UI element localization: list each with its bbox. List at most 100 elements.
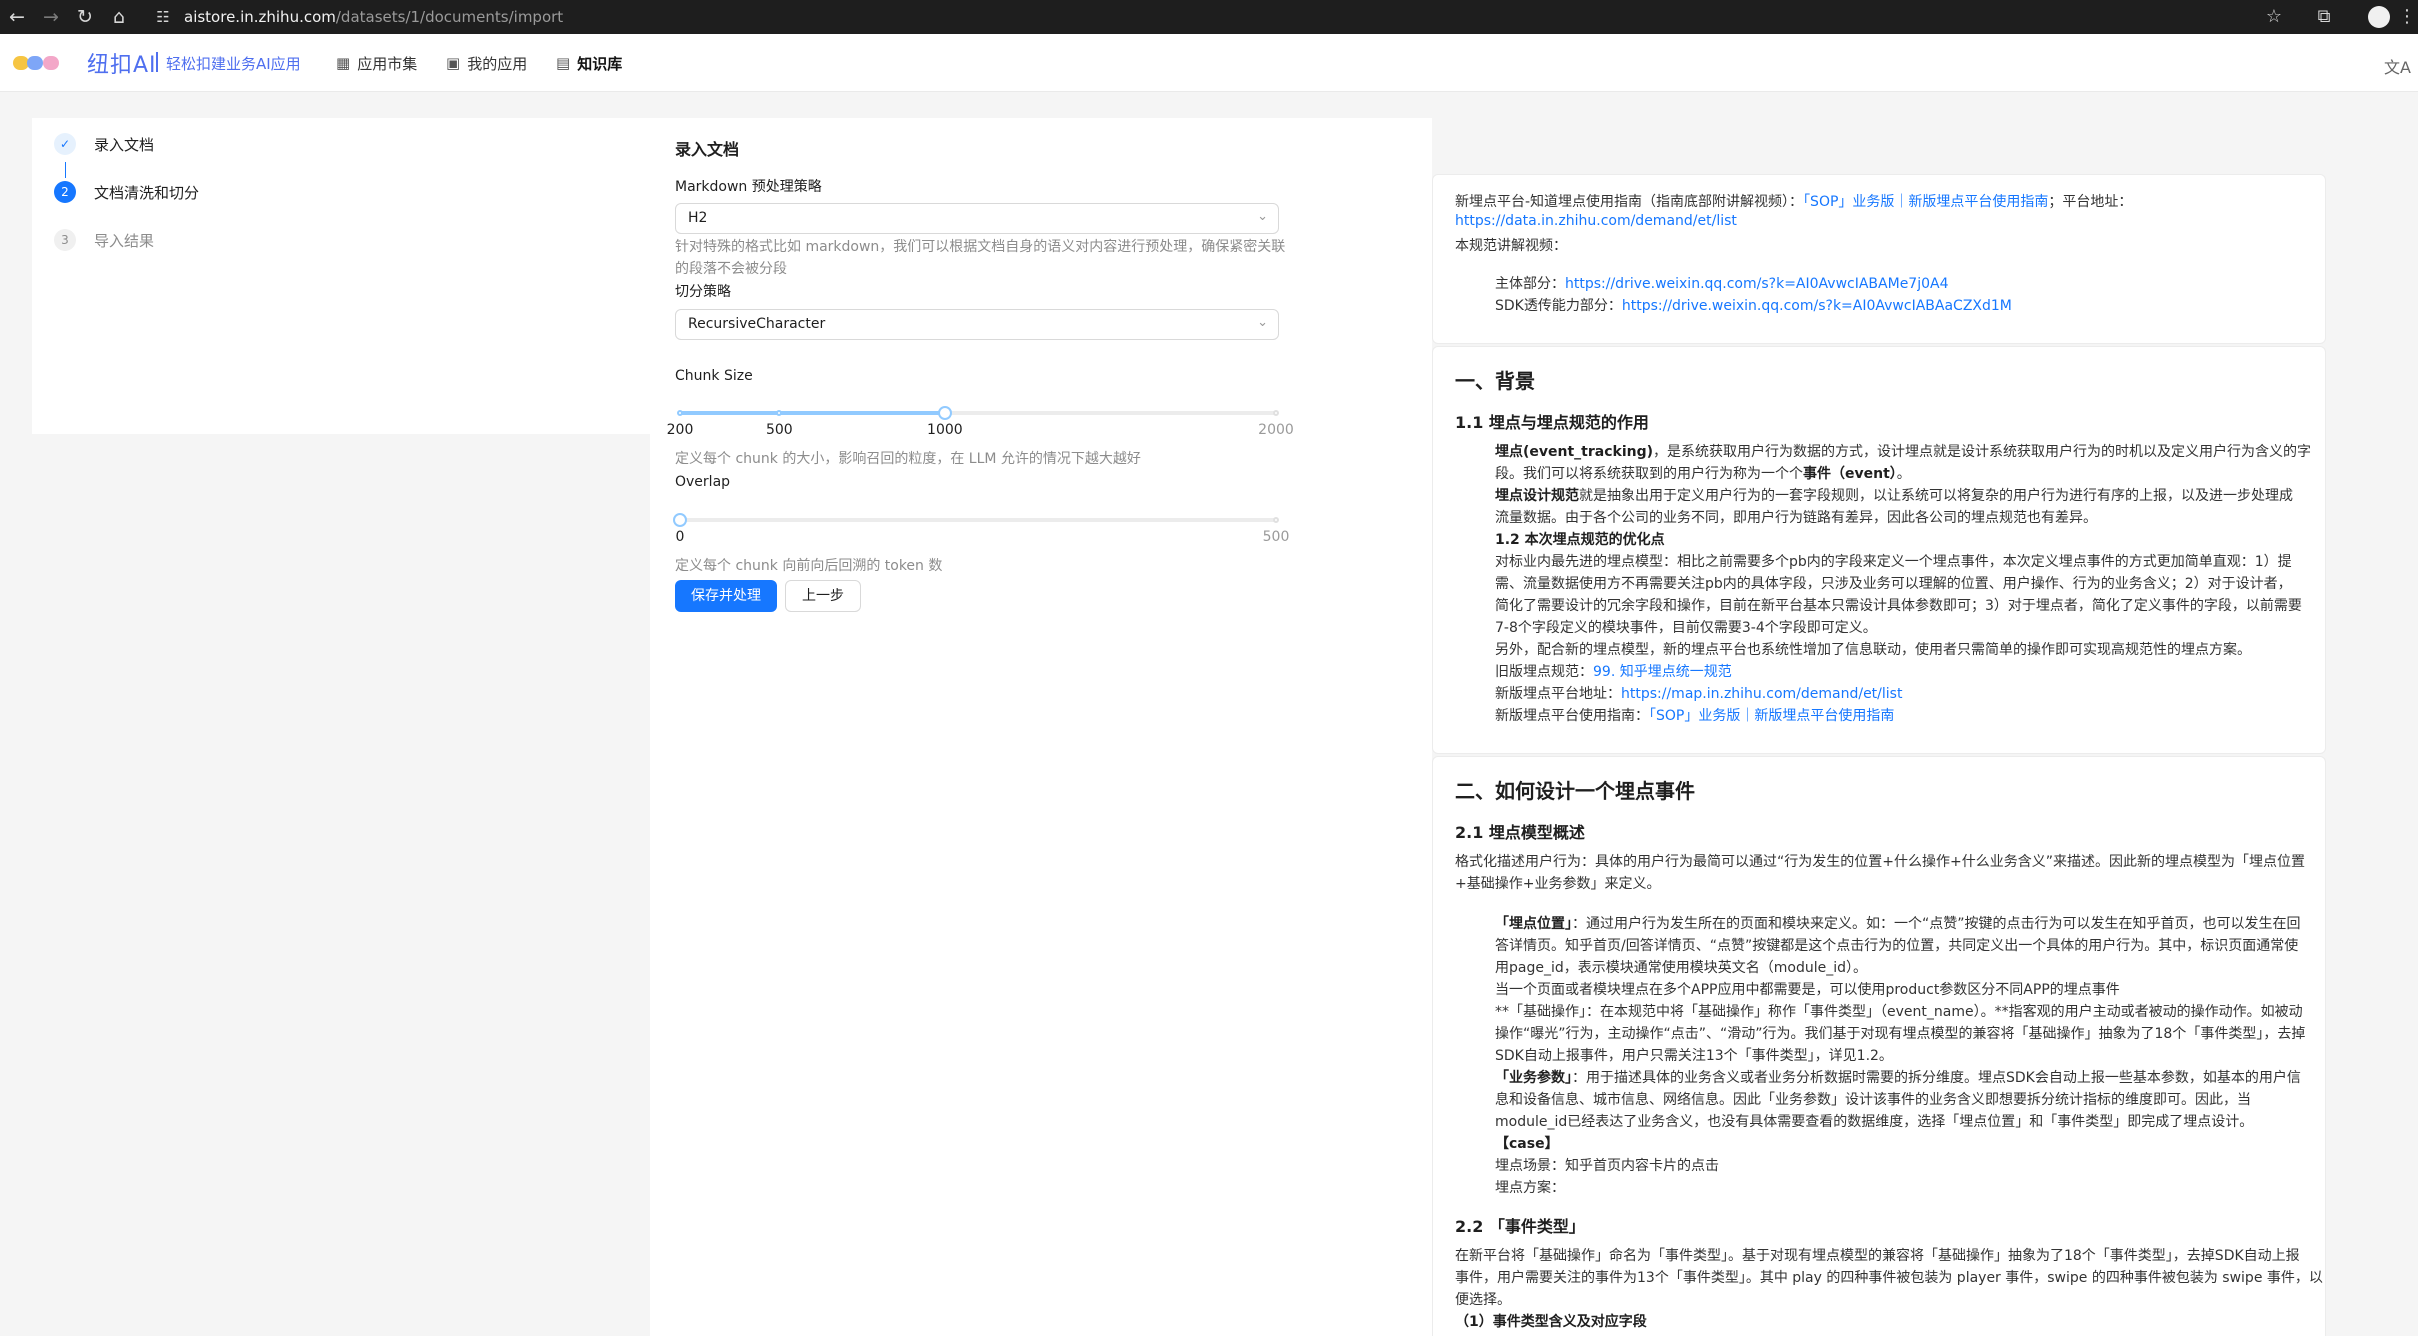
video-link[interactable]: https://drive.weixin.qq.com/s?k=AI0AvwcI… xyxy=(1622,298,2012,314)
previous-step-button[interactable]: 上一步 xyxy=(785,580,861,612)
bookmark-star-icon[interactable]: ☆ xyxy=(2258,0,2290,34)
step-clean-split[interactable]: 2 文档清洗和切分 xyxy=(54,181,199,203)
brand-name[interactable]: 纽扣AI xyxy=(87,47,157,79)
save-and-process-button[interactable]: 保存并处理 xyxy=(675,580,777,612)
slider-mark-dot[interactable] xyxy=(1273,410,1279,416)
slider-handle[interactable] xyxy=(937,406,952,420)
nav-app-market[interactable]: ▦ 应用市集 xyxy=(336,53,417,73)
slider-mark-label: 200 xyxy=(666,422,694,438)
old-spec-link[interactable]: 99. 知乎埋点统一规范 xyxy=(1593,664,1732,680)
text: ：通过用户行为发生所在的页面和模块来定义。如：一个“点赞”按键的点击行为可以发生… xyxy=(1572,916,2301,932)
browser-menu-icon[interactable]: ⋮ xyxy=(2398,0,2416,34)
book-icon: ▤ xyxy=(556,54,571,72)
slider-mark-dot[interactable] xyxy=(677,410,683,416)
step-number: 3 xyxy=(54,229,76,251)
subsection-heading: 2.1 埋点模型概述 xyxy=(1455,823,1585,842)
url-host: aistore.in.zhihu.com xyxy=(184,8,336,26)
preview-line: +基础操作+业务参数」来定义。 xyxy=(1455,876,1661,892)
overlap-slider[interactable] xyxy=(673,513,1279,527)
slider-handle[interactable] xyxy=(673,513,687,527)
preview-line: 新版埋点平台使用指南：「SOP」业务版｜新版埋点平台使用指南 xyxy=(1495,705,1894,725)
address-bar[interactable]: aistore.in.zhihu.com/datasets/1/document… xyxy=(184,0,563,34)
text: ，是系统获取用户行为数据的方式，设计埋点就是设计系统获取用户行为的时机以及定义用… xyxy=(1653,444,2312,460)
help-line: 针对特殊的格式比如 markdown，我们可以根据文档自身的语义对内容进行预处理… xyxy=(675,239,1286,255)
select-value: H2 xyxy=(688,210,708,226)
browser-toolbar: ← → ↻ ⌂ ☷ aistore.in.zhihu.com/datasets/… xyxy=(0,0,2418,34)
site-settings-icon[interactable]: ☷ xyxy=(152,6,174,28)
text: 段。我们可以将系统获取到的用户行为称为一个个 xyxy=(1495,466,1803,482)
bold-text: 事件（event） xyxy=(1803,466,1897,482)
brand-tagline: 轻松扣建业务AI应用 xyxy=(166,55,301,73)
preview-line: 7-8个字段定义的模块事件，目前仅需要3-4个字段即可定义。 xyxy=(1495,620,1877,636)
preview-line: 便选择。 xyxy=(1455,1292,1511,1308)
text: SDK透传能力部分： xyxy=(1495,298,1622,314)
platform-link[interactable]: https://data.in.zhihu.com/demand/et/list xyxy=(1455,213,1737,229)
preview-line: 流量数据。由于各个公司的业务不同，即用户行为链路有差异，因此各公司的埋点规范也有… xyxy=(1495,510,2097,526)
steps-panel: ✓ 录入文档 2 文档清洗和切分 3 导入结果 xyxy=(32,118,650,434)
step-import-document[interactable]: ✓ 录入文档 xyxy=(54,133,154,155)
check-icon: ✓ xyxy=(54,133,76,155)
platform-link[interactable]: https://map.in.zhihu.com/demand/et/list xyxy=(1621,686,1902,702)
video-link[interactable]: https://drive.weixin.qq.com/s?k=AI0AvwcI… xyxy=(1565,276,1949,292)
subsection-heading: 1.1 埋点与埋点规范的作用 xyxy=(1455,413,1649,432)
text: 旧版埋点规范： xyxy=(1495,664,1593,680)
guide-link[interactable]: 「SOP」业务版｜新版埋点平台使用指南 xyxy=(1649,708,1894,724)
step-label: 导入结果 xyxy=(94,231,155,250)
guide-link[interactable]: 「SOP」业务版｜新版埋点平台使用指南 xyxy=(1803,194,2048,210)
preview-chunk-1: 新埋点平台-知道埋点使用指南（指南底部附讲解视频）：「SOP」业务版｜新版埋点平… xyxy=(1432,174,2326,344)
preview-line: 息和设备信息、城市信息、网络信息。因此「业务参数」设计该事件的业务含义即想要拆分… xyxy=(1495,1092,2251,1108)
preview-line: 用page_id，表示模块通常使用模块英文名（module_id）。 xyxy=(1495,960,1867,976)
step-import-result: 3 导入结果 xyxy=(54,229,154,251)
slider-mark-label: 2000 xyxy=(1258,422,1294,438)
bold-text: 「埋点位置」 xyxy=(1495,916,1572,932)
preview-line: 当一个页面或者模块埋点在多个APP应用中都需要是，可以使用product参数区分… xyxy=(1495,982,2120,998)
markdown-strategy-select[interactable]: H2 ⌄ xyxy=(675,203,1279,234)
preview-line: 主体部分：https://drive.weixin.qq.com/s?k=AI0… xyxy=(1495,273,1949,293)
app-header: 纽扣AI 轻松扣建业务AI应用 ▦ 应用市集 ▣ 我的应用 ▤ 知识库 文A xyxy=(0,34,2418,92)
bold-text: 埋点(event_tracking) xyxy=(1495,444,1654,460)
nav-label: 应用市集 xyxy=(357,54,418,73)
preview-line: 在新平台将「基础操作」命名为「事件类型」。基于对现有埋点模型的兼容将「基础操作」… xyxy=(1455,1248,2300,1264)
subsection-heading: （1）事件类型含义及对应字段 xyxy=(1455,1314,1647,1330)
preview-line: 格式化描述用户行为：具体的用户行为最简可以通过“行为发生的位置+什么操作+什么业… xyxy=(1455,854,2305,870)
split-strategy-select[interactable]: RecursiveCharacter ⌄ xyxy=(675,309,1279,340)
preview-line: 事件，用户需要关注的事件为13个「事件类型」。其中 play 的四种事件被包装为… xyxy=(1455,1270,2323,1286)
preview-line: 另外，配合新的埋点模型，新的埋点平台也系统性增加了信息联动，使用者只需简单的操作… xyxy=(1495,642,2251,658)
forward-icon[interactable]: → xyxy=(34,0,68,34)
import-form: 录入文档 Markdown 预处理策略 H2 ⌄ 针对特殊的格式比如 markd… xyxy=(650,118,1432,1336)
nav-knowledge-base[interactable]: ▤ 知识库 xyxy=(556,53,622,73)
split-strategy-label: 切分策略 xyxy=(675,284,731,300)
back-icon[interactable]: ← xyxy=(0,0,34,34)
profile-avatar[interactable] xyxy=(2368,6,2390,28)
preview-line: 新埋点平台-知道埋点使用指南（指南底部附讲解视频）：「SOP」业务版｜新版埋点平… xyxy=(1455,191,2132,211)
slider-mark-dot[interactable] xyxy=(776,410,783,416)
text: 。 xyxy=(1896,466,1911,482)
translate-icon[interactable]: 文A xyxy=(2384,54,2411,78)
preview-line: 「埋点位置」：通过用户行为发生所在的页面和模块来定义。如：一个“点赞”按键的点击… xyxy=(1495,913,2301,933)
chunk-size-slider[interactable] xyxy=(677,406,1279,420)
reload-icon[interactable]: ↻ xyxy=(68,0,102,34)
subsection-heading: 1.2 本次埋点规范的优化点 xyxy=(1495,532,1665,548)
home-icon[interactable]: ⌂ xyxy=(102,0,136,34)
preview-line: 「业务参数」：用于描述具体的业务含义或者业务分析数据时需要的拆分维度。埋点SDK… xyxy=(1495,1067,2301,1087)
select-value: RecursiveCharacter xyxy=(688,316,826,332)
text: 新埋点平台-知道埋点使用指南（指南底部附讲解视频）： xyxy=(1455,194,1804,210)
step-label: 录入文档 xyxy=(94,135,155,154)
document-preview: 新埋点平台-知道埋点使用指南（指南底部附讲解视频）：「SOP」业务版｜新版埋点平… xyxy=(1432,118,2418,1336)
nav-my-apps[interactable]: ▣ 我的应用 xyxy=(446,53,527,73)
help-line: 的段落不会被分段 xyxy=(675,261,787,277)
slider-rail[interactable] xyxy=(680,518,1276,522)
section-heading: 二、如何设计一个埋点事件 xyxy=(1455,779,1695,803)
extensions-icon[interactable]: ⧉ xyxy=(2308,0,2340,34)
chevron-down-icon: ⌄ xyxy=(1257,315,1268,330)
step-connector xyxy=(65,162,66,178)
bold-text: 「业务参数」 xyxy=(1495,1070,1572,1086)
slider-mark-dot[interactable] xyxy=(1273,517,1279,523)
preview-chunk-2: 一、背景 1.1 埋点与埋点规范的作用 埋点(event_tracking)，是… xyxy=(1432,346,2326,754)
form-title: 录入文档 xyxy=(675,140,740,159)
logo-icon[interactable] xyxy=(13,52,65,74)
markdown-strategy-label: Markdown 预处理策略 xyxy=(675,179,822,195)
apps-icon: ▣ xyxy=(446,54,461,72)
text: ：用于描述具体的业务含义或者业务分析数据时需要的拆分维度。埋点SDK会自动上报一… xyxy=(1572,1070,2301,1086)
preview-line: 【case】 xyxy=(1495,1136,1559,1152)
